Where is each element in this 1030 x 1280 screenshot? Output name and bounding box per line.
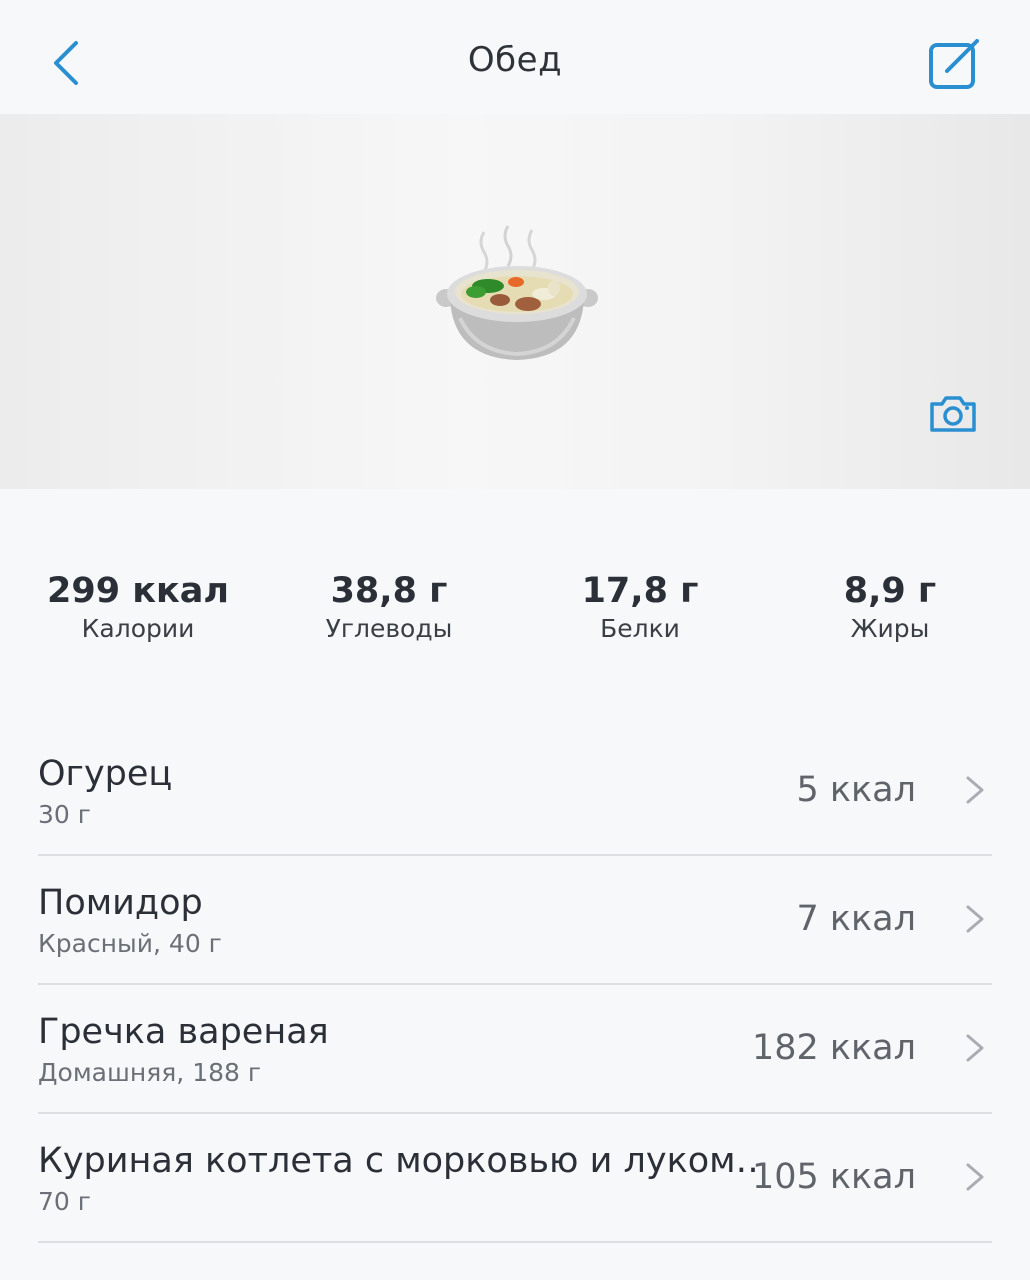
macro-value: 17,8 г bbox=[581, 571, 699, 611]
food-item-details: Красный, 40 г bbox=[38, 929, 222, 958]
nutrition-summary: 299 ккал Калории 38,8 г Углеводы 17,8 г … bbox=[0, 566, 1030, 656]
soup-bowl-image bbox=[436, 225, 598, 360]
food-item-name: Гречка вареная bbox=[38, 1012, 329, 1052]
food-item-calories: 7 ккал bbox=[796, 899, 917, 939]
macro-label: Жиры bbox=[850, 614, 930, 643]
macro-label: Углеводы bbox=[325, 614, 453, 643]
food-item-calories: 182 ккал bbox=[751, 1028, 916, 1068]
food-item-name: Помидор bbox=[38, 883, 203, 923]
macro-carbs: 38,8 г Углеводы bbox=[264, 566, 514, 644]
food-item-name: Куриная котлета с морковью и луком… bbox=[38, 1141, 758, 1181]
chevron-right-icon bbox=[966, 1034, 984, 1062]
change-photo-button[interactable] bbox=[924, 388, 982, 440]
macro-value: 299 ккал bbox=[46, 571, 229, 611]
food-item-details: 70 г bbox=[38, 1187, 91, 1216]
food-item-details: Домашняя, 188 г bbox=[38, 1058, 261, 1087]
macro-value: 38,8 г bbox=[330, 571, 448, 611]
food-item-tomato[interactable]: Помидор Красный, 40 г 7 ккал bbox=[38, 857, 992, 985]
camera-icon bbox=[930, 396, 976, 432]
chevron-right-icon bbox=[966, 905, 984, 933]
macro-value: 8,9 г bbox=[843, 571, 937, 611]
food-item-chicken-cutlet[interactable]: Куриная котлета с морковью и луком… 70 г… bbox=[38, 1115, 992, 1243]
food-item-cucumber[interactable]: Огурец 30 г 5 ккал bbox=[38, 728, 992, 856]
food-item-calories: 105 ккал bbox=[751, 1157, 916, 1197]
food-item-calories: 5 ккал bbox=[796, 770, 917, 810]
macro-label: Калории bbox=[81, 614, 195, 643]
page-title: Обед bbox=[467, 40, 563, 80]
food-item-name: Огурец bbox=[38, 754, 173, 794]
food-item-buckwheat[interactable]: Гречка вареная Домашняя, 188 г 182 ккал bbox=[38, 986, 992, 1114]
edit-button[interactable] bbox=[922, 30, 988, 96]
macro-calories: 299 ккал Калории bbox=[13, 566, 263, 644]
food-item-details: 30 г bbox=[38, 800, 91, 829]
chevron-right-icon bbox=[966, 776, 984, 804]
edit-icon bbox=[929, 39, 979, 89]
navigation-bar: Обед bbox=[0, 0, 1030, 114]
macro-label: Белки bbox=[600, 614, 680, 643]
macro-protein: 17,8 г Белки bbox=[515, 566, 765, 644]
macro-fat: 8,9 г Жиры bbox=[765, 566, 1015, 644]
chevron-right-icon bbox=[966, 1163, 984, 1191]
